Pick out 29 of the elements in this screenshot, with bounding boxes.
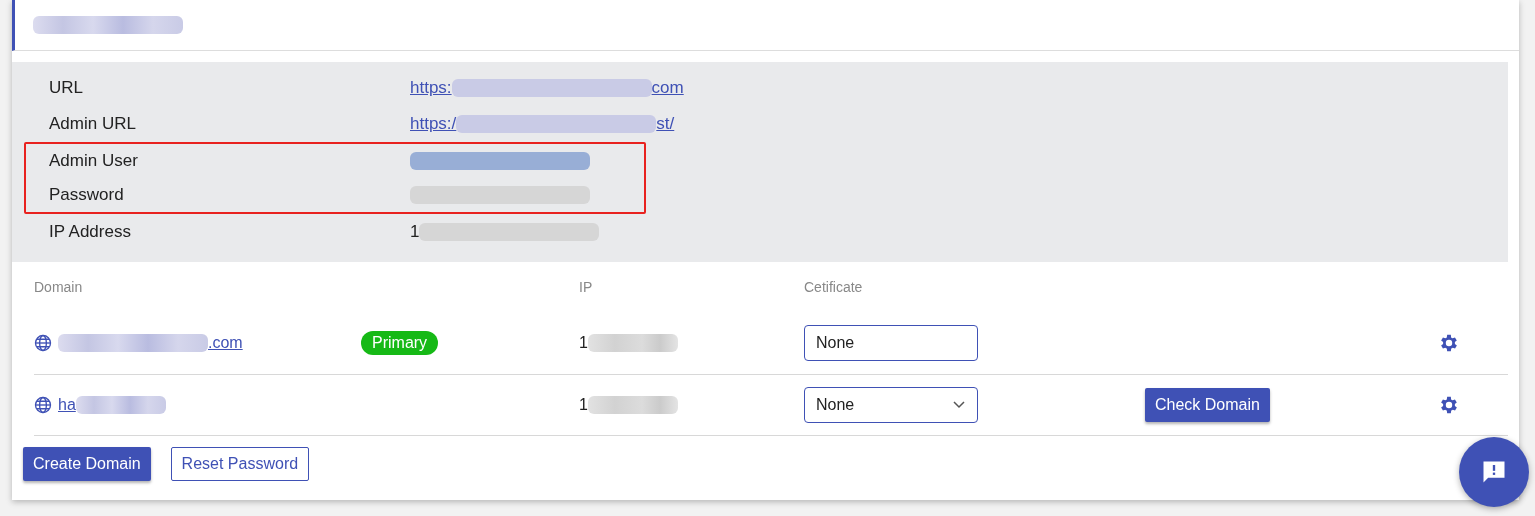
check-domain-button[interactable]: Check Domain <box>1145 388 1270 422</box>
feedback-button[interactable] <box>1459 437 1529 507</box>
field-value: 1 <box>410 222 420 242</box>
column-header: Domain <box>34 279 83 295</box>
column-header: IP <box>579 279 593 295</box>
url-link[interactable]: https: <box>410 78 452 98</box>
certificate-field[interactable]: None <box>804 325 978 361</box>
settings-icon[interactable] <box>1438 394 1460 416</box>
url-link[interactable]: st/ <box>656 114 675 134</box>
globe-icon <box>34 334 52 352</box>
primary-badge: Primary <box>361 331 439 355</box>
ip-value: 1 <box>579 334 588 352</box>
reset-button[interactable]: Reset Password <box>170 447 310 481</box>
url-link[interactable]: com <box>651 78 684 98</box>
create-button[interactable]: Create Domain <box>23 447 151 481</box>
chevron-down-icon <box>953 401 965 409</box>
field-label: IP Address <box>49 222 132 242</box>
url-link[interactable]: https:/ <box>410 114 457 134</box>
field-label: Admin User <box>49 151 139 171</box>
globe-icon <box>34 396 52 414</box>
column-header: Cetificate <box>804 279 863 295</box>
domain-link[interactable]: ha <box>58 396 76 414</box>
field-label: Password <box>49 185 125 205</box>
ip-value: 1 <box>579 396 588 414</box>
field-label: Admin URL <box>49 114 137 134</box>
field-label: URL <box>49 78 84 98</box>
certificate-dropdown[interactable]: None <box>804 387 978 423</box>
domain-link[interactable]: .com <box>208 334 243 352</box>
settings-icon[interactable] <box>1438 332 1460 354</box>
